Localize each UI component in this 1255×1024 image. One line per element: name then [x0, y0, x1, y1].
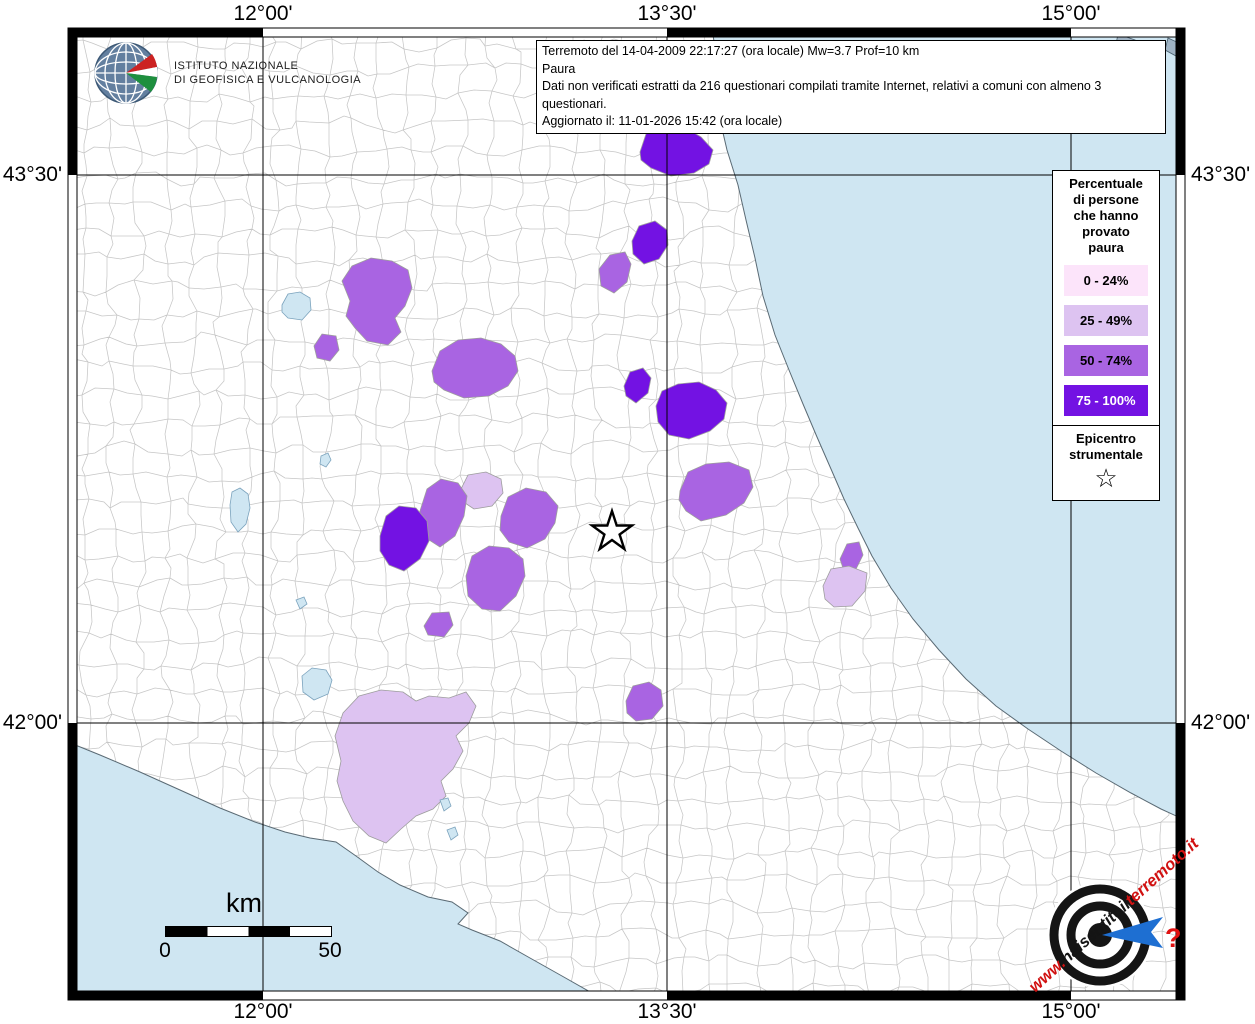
legend-label-0-24: 0 - 24%: [1084, 273, 1129, 288]
legend-label-25-49: 25 - 49%: [1080, 313, 1132, 328]
legend-swatch-50-74: 50 - 74%: [1064, 345, 1148, 376]
ingv-logo-text: ISTITUTO NAZIONALE DI GEOFISICA E VULCAN…: [174, 59, 361, 87]
map-frame: [667, 28, 1071, 37]
lat-label-left-4330: 43°30': [0, 163, 62, 187]
scale-start-label: 0: [159, 939, 171, 963]
event-data-note: Dati non verificati estratti da 216 ques…: [542, 78, 1160, 113]
earthquake-map-page: ISTITUTO NAZIONALE DI GEOFISICA E VULCAN…: [0, 0, 1255, 1024]
watermark-question-icon: ?: [1165, 923, 1182, 953]
map-frame: [68, 28, 77, 175]
scale-bar-graphic: [165, 926, 332, 937]
map-frame: [1176, 28, 1185, 175]
legend-title: Percentuale di persone che hanno provato…: [1056, 176, 1156, 256]
haisentito-watermark[interactable]: ? www.haisentitoilterremoto.it: [1005, 843, 1205, 1021]
legend-epicenter-title: Epicentro strumentale: [1056, 431, 1156, 463]
legend-divider: [1053, 425, 1159, 426]
lat-label-left-42: 42°00': [0, 711, 62, 735]
map-frame: [68, 991, 263, 1000]
legend-swatch-25-49: 25 - 49%: [1064, 305, 1148, 336]
ingv-logo: ISTITUTO NAZIONALE DI GEOFISICA E VULCAN…: [92, 40, 361, 106]
ingv-logo-line2: DI GEOFISICA E VULCANOLOGIA: [174, 73, 361, 87]
lat-label-right-42: 42°00': [1191, 711, 1250, 735]
legend-label-75-100: 75 - 100%: [1076, 393, 1135, 408]
event-updated: Aggiornato il: 11-01-2026 15:42 (ora loc…: [542, 113, 1160, 131]
lat-label-right-4330: 43°30': [1191, 163, 1250, 187]
lon-label-bottom-12: 12°00': [233, 1000, 292, 1024]
event-info-box: Terremoto del 14-04-2009 22:17:27 (ora l…: [536, 40, 1166, 134]
ingv-globe-icon: [92, 40, 164, 106]
lon-label-top-15: 15°00': [1041, 2, 1100, 26]
scale-unit-label: km: [226, 888, 262, 919]
lon-label-bottom-1330: 13°30': [637, 1000, 696, 1024]
scale-bar: km 0 50: [160, 888, 340, 968]
event-title: Terremoto del 14-04-2009 22:17:27 (ora l…: [542, 43, 1160, 61]
map-frame: [68, 28, 263, 37]
epicenter-star-icon: ☆: [1056, 463, 1156, 493]
ingv-logo-line1: ISTITUTO NAZIONALE: [174, 59, 361, 73]
lon-label-top-12: 12°00': [233, 2, 292, 26]
legend-swatch-75-100: 75 - 100%: [1064, 385, 1148, 416]
watermark-url-red: terremoto.it: [1122, 834, 1203, 910]
legend: Percentuale di persone che hanno provato…: [1052, 170, 1160, 501]
legend-label-50-74: 50 - 74%: [1080, 353, 1132, 368]
lon-label-top-1330: 13°30': [637, 2, 696, 26]
scale-end-label: 50: [318, 939, 341, 963]
map-frame: [68, 723, 77, 1000]
legend-swatch-0-24: 0 - 24%: [1064, 265, 1148, 296]
event-map-type: Paura: [542, 61, 1160, 79]
